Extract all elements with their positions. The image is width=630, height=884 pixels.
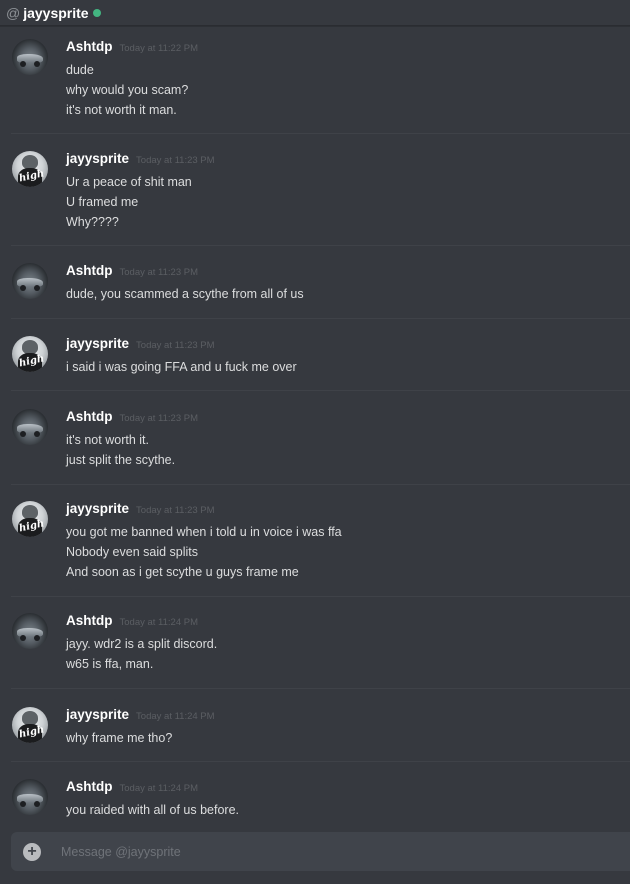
message-header: Ashtdp Today at 11:24 PM <box>66 779 198 794</box>
message-header: jayysprite Today at 11:23 PM <box>66 501 215 516</box>
message-header: Ashtdp Today at 11:22 PM <box>66 39 198 54</box>
message-line: i said i was going FFA and u fuck me ove… <box>66 360 297 374</box>
channel-header: @ jayysprite <box>0 0 630 26</box>
avatar[interactable]: high <box>12 336 48 372</box>
username[interactable]: Ashtdp <box>66 779 113 794</box>
username[interactable]: jayysprite <box>66 336 129 351</box>
message-line: Nobody even said splits <box>66 545 199 559</box>
avatar[interactable] <box>12 613 48 649</box>
wheel-icon <box>20 285 26 291</box>
avatar[interactable] <box>12 409 48 445</box>
avatar[interactable]: high <box>12 501 48 537</box>
username[interactable]: Ashtdp <box>66 409 113 424</box>
avatar[interactable] <box>12 39 48 75</box>
message-line: And soon as i get scythe u guys frame me <box>66 565 299 579</box>
username[interactable]: Ashtdp <box>66 39 113 54</box>
message-line: dude <box>66 63 94 77</box>
message-divider <box>11 318 630 319</box>
timestamp: Today at 11:23 PM <box>136 155 215 166</box>
username[interactable]: Ashtdp <box>66 613 113 628</box>
timestamp: Today at 11:23 PM <box>119 413 199 424</box>
hood-icon <box>22 505 38 519</box>
avatar[interactable]: high <box>12 151 48 187</box>
timestamp: Today at 11:24 PM <box>119 783 199 794</box>
avatar[interactable]: high <box>12 707 48 743</box>
message-divider <box>11 245 630 246</box>
message-divider <box>11 484 630 485</box>
message-divider <box>11 390 630 391</box>
message-content: you got me banned when i told u in voice… <box>66 522 342 582</box>
message-composer: + <box>11 832 630 871</box>
message-line: dude, you scammed a scythe from all of u… <box>66 287 304 301</box>
message-header: jayysprite Today at 11:24 PM <box>66 707 215 722</box>
wheel-icon <box>34 285 40 291</box>
at-icon: @ <box>6 4 21 21</box>
wheel-icon <box>20 801 26 807</box>
wheel-icon <box>34 61 40 67</box>
message-content: why frame me tho? <box>66 728 172 748</box>
message-content: jayy. wdr2 is a split discord. w65 is ff… <box>66 634 217 674</box>
dm-title[interactable]: jayysprite <box>23 5 88 21</box>
message-line: it's not worth it. <box>66 433 149 447</box>
timestamp: Today at 11:23 PM <box>119 267 199 278</box>
username[interactable]: jayysprite <box>66 501 129 516</box>
message-content: dude why would you scam? it's not worth … <box>66 60 188 120</box>
message-line: Ur a peace of shit man <box>66 175 192 189</box>
avatar[interactable] <box>12 779 48 815</box>
message-content: i said i was going FFA and u fuck me ove… <box>66 357 297 377</box>
hood-icon <box>22 711 38 725</box>
message-input[interactable] <box>61 844 630 859</box>
wheel-icon <box>20 635 26 641</box>
timestamp: Today at 11:23 PM <box>136 340 215 351</box>
message-header: jayysprite Today at 11:23 PM <box>66 336 215 351</box>
avatar[interactable] <box>12 263 48 299</box>
message-divider <box>11 688 630 689</box>
message-header: Ashtdp Today at 11:24 PM <box>66 613 198 628</box>
timestamp: Today at 11:22 PM <box>119 43 199 54</box>
username[interactable]: Ashtdp <box>66 263 113 278</box>
message-line: Why???? <box>66 215 119 229</box>
wheel-icon <box>20 61 26 67</box>
online-status-icon <box>92 9 101 17</box>
message-line: you raided with all of us before. <box>66 803 240 817</box>
message-content: Ur a peace of shit man U framed me Why??… <box>66 172 192 232</box>
message-line: you got me banned when i told u in voice… <box>66 525 342 539</box>
message-line: just split the scythe. <box>66 453 176 467</box>
hood-icon <box>22 340 38 354</box>
timestamp: Today at 11:23 PM <box>136 505 215 516</box>
username[interactable]: jayysprite <box>66 151 129 166</box>
wheel-icon <box>34 431 40 437</box>
message-line: why would you scam? <box>66 83 189 97</box>
message-line: it's not worth it man. <box>66 103 177 117</box>
hood-icon <box>22 155 38 169</box>
wheel-icon <box>34 635 40 641</box>
message-divider <box>11 133 630 134</box>
wheel-icon <box>20 431 26 437</box>
message-header: Ashtdp Today at 11:23 PM <box>66 409 198 424</box>
message-header: Ashtdp Today at 11:23 PM <box>66 263 198 278</box>
message-line: U framed me <box>66 195 139 209</box>
message-line: jayy. wdr2 is a split discord. <box>66 637 218 651</box>
message-list[interactable]: Ashtdp Today at 11:22 PM dude why would … <box>0 27 630 817</box>
plus-circle-icon[interactable]: + <box>23 842 41 861</box>
wheel-icon <box>34 801 40 807</box>
message-content: it's not worth it. just split the scythe… <box>66 430 175 470</box>
username[interactable]: jayysprite <box>66 707 129 722</box>
message-content: dude, you scammed a scythe from all of u… <box>66 284 304 304</box>
timestamp: Today at 11:24 PM <box>119 617 199 628</box>
timestamp: Today at 11:24 PM <box>136 711 215 722</box>
message-line: why frame me tho? <box>66 731 173 745</box>
message-divider <box>11 761 630 762</box>
message-header: jayysprite Today at 11:23 PM <box>66 151 215 166</box>
message-divider <box>11 596 630 597</box>
message-content: you raided with all of us before. <box>66 800 239 817</box>
message-line: w65 is ffa, man. <box>66 657 154 671</box>
